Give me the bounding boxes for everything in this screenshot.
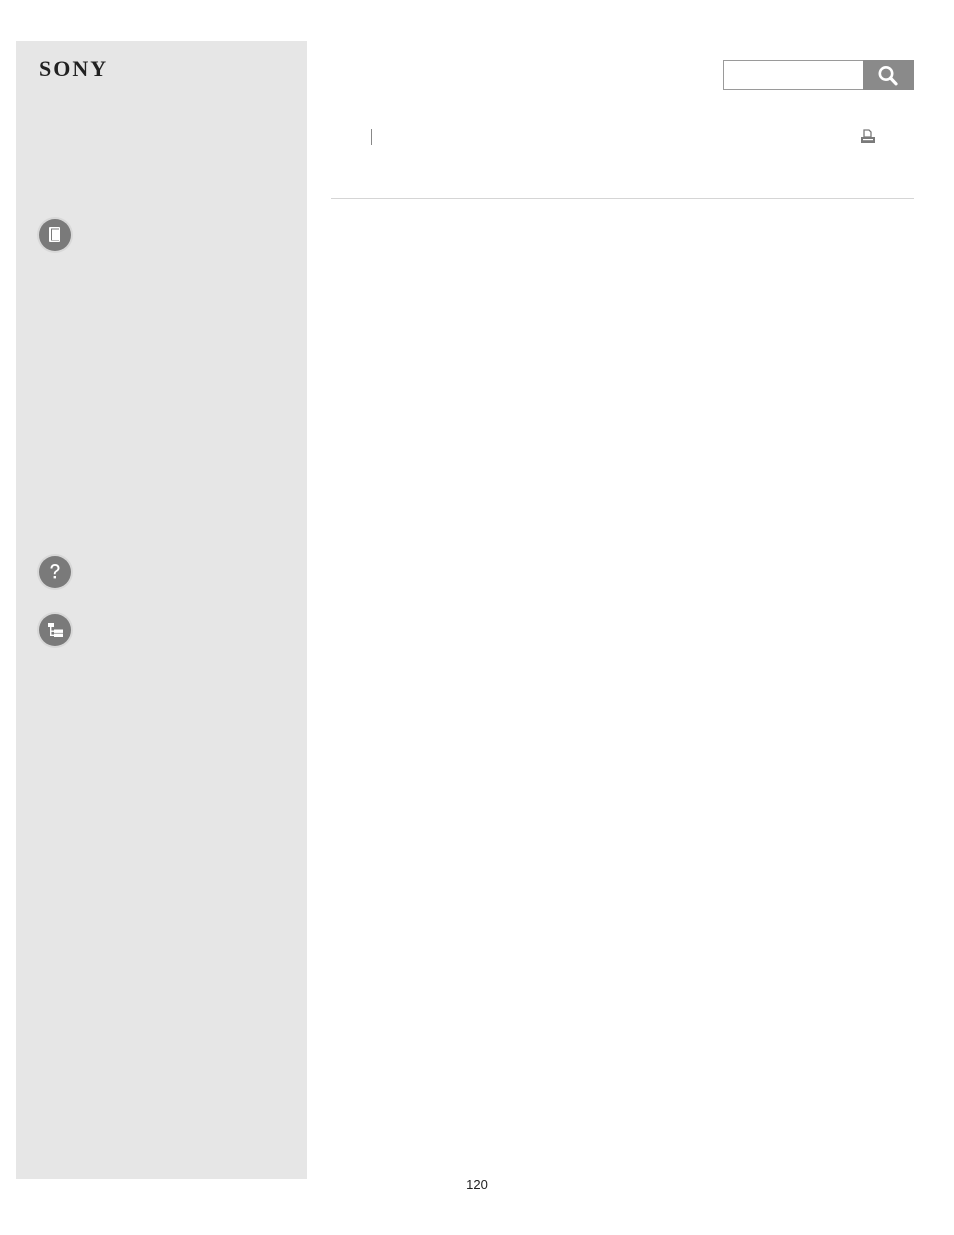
sidebar: SONY: [16, 41, 307, 1179]
sony-logo[interactable]: SONY: [39, 58, 108, 80]
help-icon[interactable]: [39, 556, 71, 588]
search-icon: [878, 66, 898, 86]
breadcrumb-divider: [371, 129, 372, 145]
book-icon[interactable]: [39, 219, 71, 251]
search-input[interactable]: [724, 61, 863, 89]
search-button[interactable]: [863, 60, 914, 90]
header-divider: [331, 198, 914, 199]
search-box: [723, 60, 914, 90]
tree-icon[interactable]: [39, 614, 71, 646]
print-icon[interactable]: [859, 128, 877, 146]
page-number: 120: [466, 1177, 488, 1192]
